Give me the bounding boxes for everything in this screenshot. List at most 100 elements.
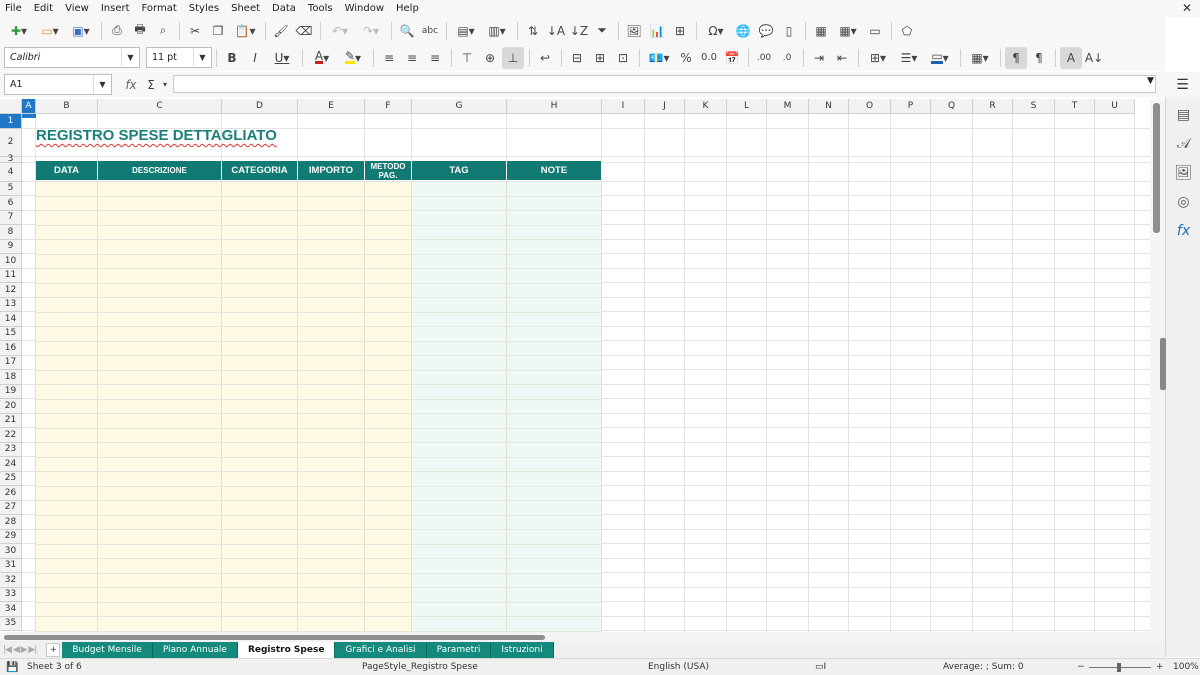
row-header-2[interactable]: 2 bbox=[0, 128, 22, 157]
border-style-icon[interactable]: ☰▾ bbox=[894, 47, 924, 69]
sort-descending-icon[interactable]: ↓Z bbox=[568, 20, 590, 42]
row-header-32[interactable]: 32 bbox=[0, 573, 22, 588]
row-header-7[interactable]: 7 bbox=[0, 210, 22, 225]
row-header-9[interactable]: 9 bbox=[0, 239, 22, 254]
paste-icon[interactable]: 📋▾ bbox=[230, 20, 260, 42]
sort-icon[interactable]: ⇅ bbox=[522, 20, 544, 42]
align-top-icon[interactable]: ⊤ bbox=[456, 47, 478, 69]
sheet-title[interactable]: REGISTRO SPESE DETTAGLIATO bbox=[36, 127, 277, 144]
sum-icon[interactable]: Σ bbox=[143, 74, 159, 96]
column-header-c[interactable]: C bbox=[98, 99, 222, 114]
clear-formatting-icon[interactable]: ⌫ bbox=[293, 20, 315, 42]
row-header-19[interactable]: 19 bbox=[0, 384, 22, 399]
column-header-h[interactable]: H bbox=[507, 99, 602, 114]
table-column-h[interactable] bbox=[507, 181, 602, 632]
menu-view[interactable]: View bbox=[65, 3, 89, 14]
zoom-slider-knob[interactable] bbox=[1117, 663, 1121, 672]
underline-button[interactable]: U ▾ bbox=[267, 47, 297, 69]
row-header-31[interactable]: 31 bbox=[0, 558, 22, 573]
table-header-categoria[interactable]: CATEGORIA bbox=[222, 161, 298, 180]
row-header-34[interactable]: 34 bbox=[0, 602, 22, 617]
menu-data[interactable]: Data bbox=[272, 3, 296, 14]
row-header-1[interactable]: 1 bbox=[0, 114, 22, 129]
menu-insert[interactable]: Insert bbox=[101, 3, 130, 14]
center-vertically-icon[interactable]: ⊕ bbox=[479, 47, 501, 69]
number-format-button[interactable]: 0.0 bbox=[698, 47, 720, 69]
navigator-icon[interactable]: ◎ bbox=[1166, 187, 1200, 216]
column-icon[interactable]: ▥▾ bbox=[482, 20, 512, 42]
horizontal-scroll-thumb[interactable] bbox=[4, 635, 545, 640]
sort-ascending-icon[interactable]: ↓A bbox=[545, 20, 567, 42]
row-header-24[interactable]: 24 bbox=[0, 457, 22, 472]
row-header-4[interactable]: 4 bbox=[0, 162, 22, 182]
column-header-k[interactable]: K bbox=[685, 99, 727, 114]
row-header-14[interactable]: 14 bbox=[0, 312, 22, 327]
date-format-icon[interactable]: 📅 bbox=[721, 47, 743, 69]
selection-mode-icon[interactable]: ▭I bbox=[815, 662, 826, 672]
tab-navigation-icon[interactable]: |◀ ◀ ▶ ▶| bbox=[3, 645, 37, 655]
pivot-table-icon[interactable]: ⊞ bbox=[669, 20, 691, 42]
increase-indent-icon[interactable]: ⇥ bbox=[808, 47, 830, 69]
print-preview-icon[interactable]: ⌕ bbox=[152, 20, 174, 42]
menu-window[interactable]: Window bbox=[345, 3, 384, 14]
language[interactable]: English (USA) bbox=[648, 662, 709, 672]
row-header-30[interactable]: 30 bbox=[0, 544, 22, 559]
column-header-u[interactable]: U bbox=[1095, 99, 1135, 114]
freeze-rows-columns-icon[interactable]: ▦▾ bbox=[833, 20, 863, 42]
row-header-27[interactable]: 27 bbox=[0, 500, 22, 515]
column-header-m[interactable]: M bbox=[767, 99, 809, 114]
autofilter-icon[interactable]: ⏷ bbox=[591, 20, 613, 42]
styles-icon[interactable]: 𝒜 bbox=[1166, 129, 1200, 158]
menu-tools[interactable]: Tools bbox=[308, 3, 333, 14]
align-center-icon[interactable]: ≡ bbox=[401, 47, 423, 69]
decrease-indent-icon[interactable]: ⇤ bbox=[831, 47, 853, 69]
row-header-21[interactable]: 21 bbox=[0, 413, 22, 428]
sheet-tab-parametri[interactable]: Parametri bbox=[426, 641, 492, 658]
table-column-e[interactable] bbox=[298, 181, 365, 632]
menu-file[interactable]: File bbox=[5, 3, 22, 14]
column-header-l[interactable]: L bbox=[727, 99, 767, 114]
hyperlink-icon[interactable]: 🌐 bbox=[732, 20, 754, 42]
column-header-q[interactable]: Q bbox=[931, 99, 973, 114]
show-draw-functions-icon[interactable]: ⬠ bbox=[896, 20, 918, 42]
export-pdf-icon[interactable]: ⎙ bbox=[106, 20, 128, 42]
column-header-t[interactable]: T bbox=[1055, 99, 1095, 114]
page-style[interactable]: PageStyle_Registro Spese bbox=[362, 662, 478, 672]
menu-sheet[interactable]: Sheet bbox=[231, 3, 260, 14]
row-header-12[interactable]: 12 bbox=[0, 283, 22, 298]
open-folder-icon[interactable]: ▭ ▾ bbox=[35, 20, 65, 42]
merge-center-icon[interactable]: ⊟ bbox=[566, 47, 588, 69]
column-header-i[interactable]: I bbox=[602, 99, 645, 114]
table-column-b[interactable] bbox=[36, 181, 98, 632]
row-header-17[interactable]: 17 bbox=[0, 355, 22, 370]
insert-image-icon[interactable]: 🖼 bbox=[623, 20, 645, 42]
add-sheet-icon[interactable]: + bbox=[46, 642, 61, 657]
chevron-down-icon[interactable]: ▼ bbox=[93, 75, 111, 94]
column-header-s[interactable]: S bbox=[1013, 99, 1055, 114]
font-color-icon[interactable]: A ▾ bbox=[307, 47, 337, 69]
delete-decimal-icon[interactable]: .0 bbox=[776, 47, 798, 69]
table-column-g[interactable] bbox=[412, 181, 507, 632]
special-character-icon[interactable]: Ω▾ bbox=[701, 20, 731, 42]
function-wizard-icon[interactable]: fx bbox=[120, 74, 142, 96]
font-size-box[interactable]: 11 pt ▼ bbox=[146, 47, 212, 68]
sheet-tab-registro-spese[interactable]: Registro Spese bbox=[237, 641, 336, 658]
menu-help[interactable]: Help bbox=[396, 3, 419, 14]
functions-icon[interactable]: fx bbox=[1166, 216, 1200, 245]
currency-format-icon[interactable]: 💶▾ bbox=[644, 47, 674, 69]
column-header-g[interactable]: G bbox=[412, 99, 507, 114]
table-header-metodo-pag[interactable]: METODO PAG. bbox=[365, 161, 412, 180]
find-replace-icon[interactable]: 🔍 bbox=[396, 20, 418, 42]
border-color-icon[interactable]: ▭ ▾ bbox=[925, 47, 955, 69]
row-header-16[interactable]: 16 bbox=[0, 341, 22, 356]
save-icon[interactable]: ▣ ▾ bbox=[66, 20, 96, 42]
row-header-23[interactable]: 23 bbox=[0, 442, 22, 457]
row-header-18[interactable]: 18 bbox=[0, 370, 22, 385]
row-header-35[interactable]: 35 bbox=[0, 616, 22, 631]
close-document-icon[interactable]: ✕ bbox=[1182, 1, 1192, 15]
bold-button[interactable]: B bbox=[221, 47, 243, 69]
insert-chart-icon[interactable]: 📊 bbox=[646, 20, 668, 42]
zoom-in-icon[interactable]: + bbox=[1156, 662, 1164, 672]
align-bottom-icon[interactable]: ⊥ bbox=[502, 46, 524, 69]
row-header-11[interactable]: 11 bbox=[0, 268, 22, 283]
